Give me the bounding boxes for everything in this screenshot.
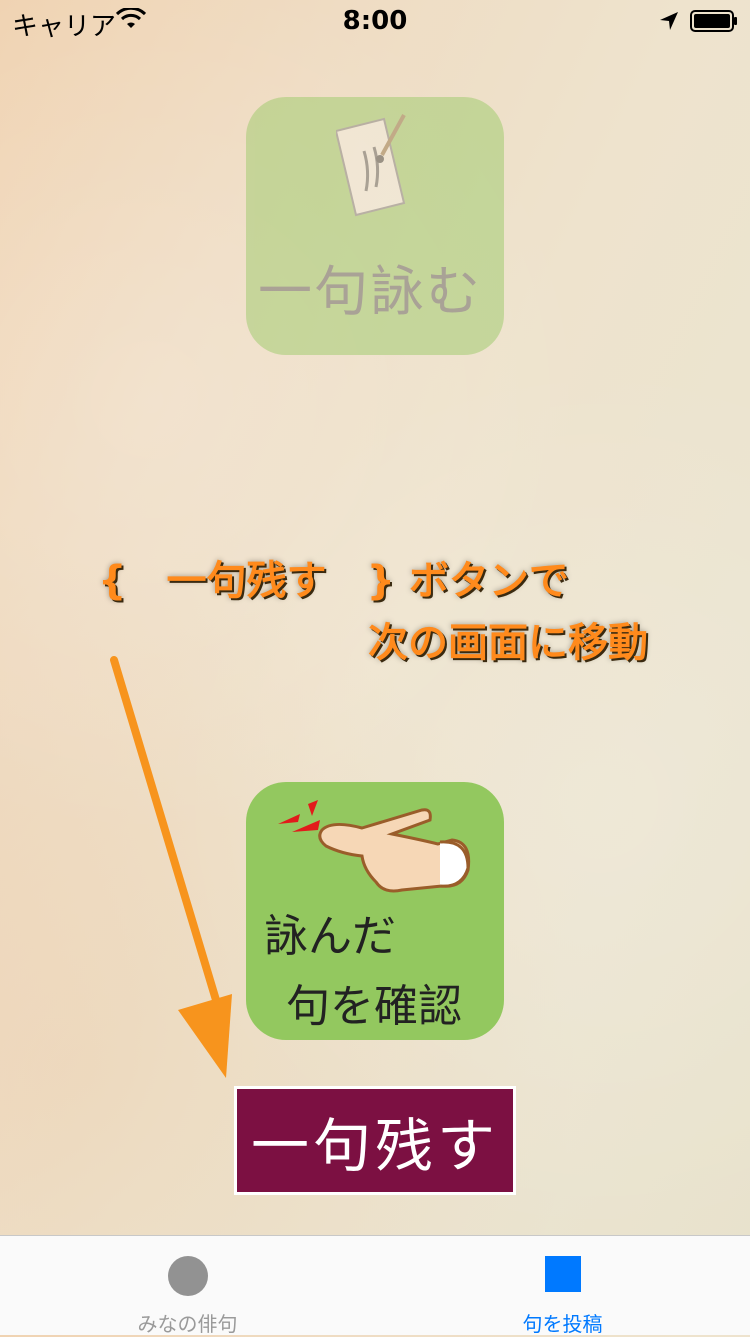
pointing-hand-icon bbox=[278, 800, 471, 893]
status-bar: キャリア 8:00 bbox=[0, 0, 750, 42]
tab-everyones-haiku[interactable]: みなの俳句 bbox=[0, 1236, 375, 1336]
square-icon bbox=[545, 1256, 581, 1292]
tab-post-haiku[interactable]: 句を投稿 bbox=[375, 1236, 750, 1336]
tab-bar: みなの俳句 句を投稿 bbox=[0, 1235, 750, 1336]
leave-haiku-button[interactable]: 一句残す bbox=[234, 1086, 516, 1195]
circle-icon bbox=[168, 1256, 208, 1296]
confirm-haiku-label-line1: 詠んだ bbox=[264, 911, 396, 962]
confirm-haiku-label-line2: 句を確認 bbox=[286, 981, 462, 1032]
compose-haiku-label: 一句詠む bbox=[258, 260, 482, 323]
tanzaku-brush-icon bbox=[336, 114, 406, 217]
orange-arrow-icon bbox=[110, 656, 232, 1078]
instruction-text-line2: 次の画面に移動 bbox=[368, 620, 648, 666]
battery-icon bbox=[690, 10, 737, 32]
location-arrow-icon bbox=[660, 12, 678, 30]
confirm-haiku-tile[interactable]: 詠んだ 句を確認 bbox=[246, 782, 504, 1040]
tab-label: みなの俳句 bbox=[137, 1312, 238, 1336]
tab-label: 句を投稿 bbox=[522, 1312, 603, 1336]
compose-haiku-tile[interactable]: 一句詠む bbox=[246, 97, 504, 355]
clock-time: 8:00 bbox=[342, 6, 408, 36]
instruction-text-line1: { 一句残す } ボタンで bbox=[98, 558, 569, 604]
